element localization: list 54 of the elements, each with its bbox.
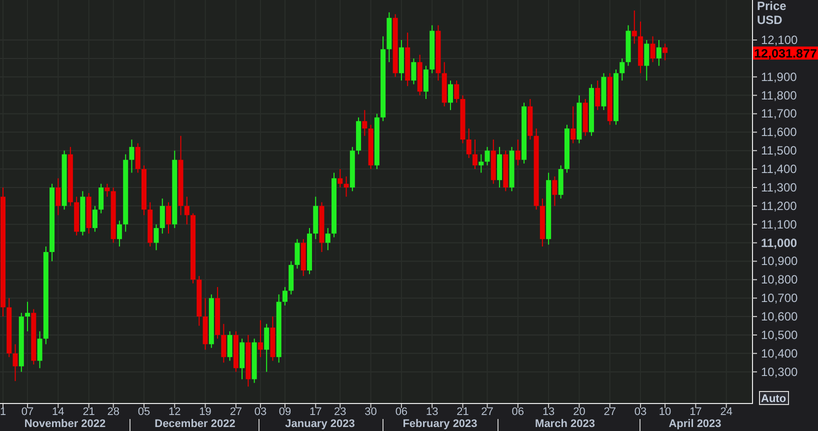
axis-label: 10,600 bbox=[761, 310, 798, 324]
axis-label: 03 bbox=[254, 406, 267, 418]
axis-label: 10,500 bbox=[761, 328, 798, 342]
axis-label: 11,400 bbox=[761, 162, 797, 176]
axis-title: Price bbox=[757, 0, 786, 13]
axis-label: 11,000 bbox=[761, 236, 798, 250]
axis-label: 11,200 bbox=[761, 198, 797, 213]
axis-label: 11,700 bbox=[761, 106, 797, 121]
axis-label: 06 bbox=[512, 406, 524, 418]
axis-label: 1 bbox=[0, 406, 6, 418]
axis-label: 27 bbox=[230, 406, 242, 418]
axis-label: 12,100 bbox=[761, 33, 798, 47]
axis-label: 12 bbox=[168, 406, 181, 418]
axis-label: 13 bbox=[542, 406, 555, 418]
axis-label: 28 bbox=[107, 406, 120, 418]
axis-label: 13 bbox=[426, 406, 438, 418]
axis-label: 10,900 bbox=[761, 254, 798, 268]
axis-label: 03 bbox=[634, 406, 647, 418]
price-badge: 12,031.877 bbox=[753, 46, 818, 61]
axis-label: 10,400 bbox=[761, 346, 798, 360]
month-label: November 2022 bbox=[24, 418, 106, 430]
axis-label: 27 bbox=[481, 406, 494, 418]
axis-label: 30 bbox=[364, 406, 377, 418]
axis-label: 14 bbox=[52, 406, 64, 418]
month-label: March 2023 bbox=[535, 418, 595, 430]
month-label: January 2023 bbox=[285, 418, 355, 430]
axis-label: 10,300 bbox=[761, 364, 798, 379]
axis-label: 07 bbox=[21, 406, 34, 418]
axis-label: 11,800 bbox=[761, 88, 797, 102]
axis-label: 10,700 bbox=[761, 291, 798, 306]
month-label: April 2023 bbox=[668, 418, 722, 430]
axis-label: 11,500 bbox=[761, 144, 797, 158]
month-label: December 2022 bbox=[154, 418, 236, 430]
axis-label: 10,800 bbox=[761, 272, 798, 287]
axis-label: 21 bbox=[456, 406, 469, 418]
axis-label: 11,900 bbox=[761, 70, 797, 84]
axis-label: 06 bbox=[395, 406, 408, 418]
auto-button[interactable]: Auto bbox=[759, 391, 789, 405]
axis-label: 19 bbox=[199, 406, 212, 418]
axis-label: 10 bbox=[658, 406, 672, 418]
axis-label: 20 bbox=[573, 406, 586, 418]
axis-label: 23 bbox=[334, 406, 346, 418]
axis-label: 17 bbox=[310, 406, 322, 418]
axis-label: 05 bbox=[138, 406, 150, 418]
axis-title: USD bbox=[757, 13, 782, 27]
axis-label: 11,300 bbox=[761, 180, 797, 194]
axis-label: 09 bbox=[278, 406, 292, 418]
axis-label: 17 bbox=[690, 406, 702, 418]
axis-label: 24 bbox=[720, 406, 732, 418]
axis-label: 11,100 bbox=[761, 217, 797, 232]
axis-label: 27 bbox=[604, 406, 616, 418]
axis-label: 21 bbox=[82, 406, 95, 418]
month-label: February 2023 bbox=[402, 418, 478, 430]
axis-label: 11,600 bbox=[761, 125, 797, 140]
